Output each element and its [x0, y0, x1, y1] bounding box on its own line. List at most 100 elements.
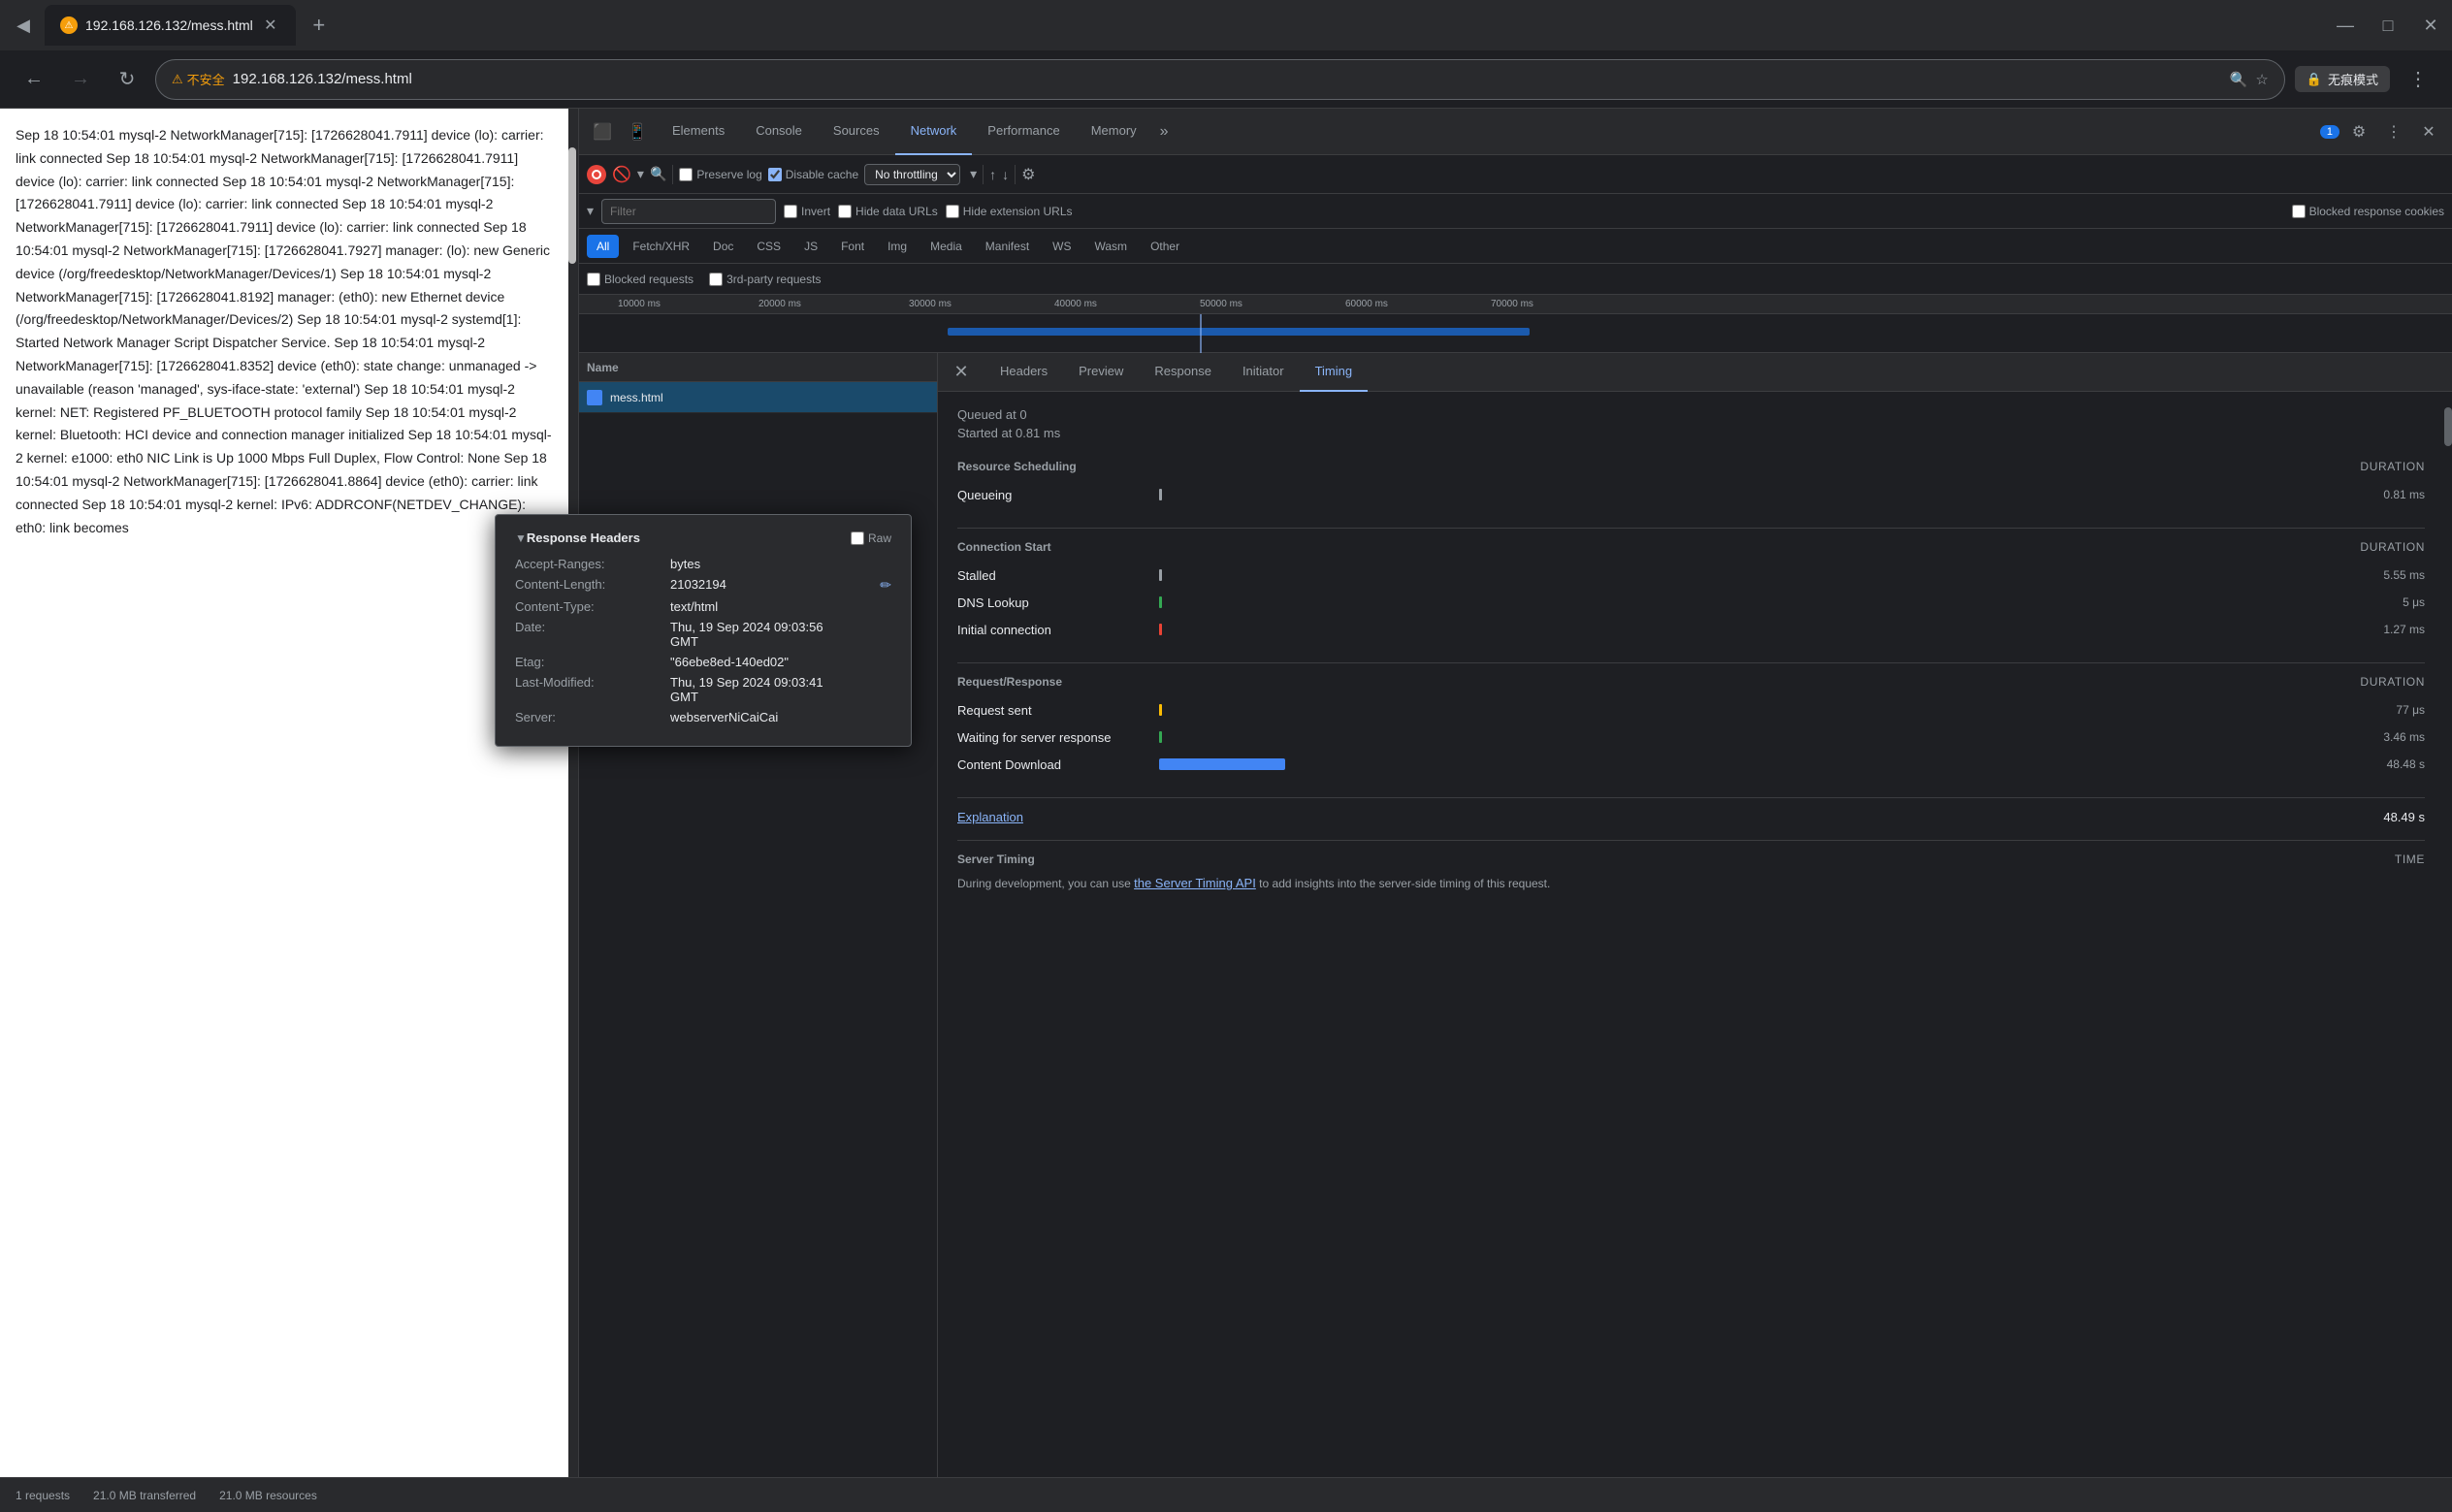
ftype-ws[interactable]: WS: [1043, 235, 1081, 258]
forward-btn[interactable]: →: [62, 61, 99, 98]
blocked-requests-checkbox[interactable]: [587, 273, 600, 286]
ftype-media[interactable]: Media: [920, 235, 972, 258]
record-btn[interactable]: [587, 165, 606, 184]
tab-network[interactable]: Network: [895, 109, 973, 155]
back-btn[interactable]: ←: [16, 61, 52, 98]
tab-performance[interactable]: Performance: [972, 109, 1075, 155]
devtools-more-btn[interactable]: »: [1152, 123, 1177, 141]
tab-sources[interactable]: Sources: [818, 109, 895, 155]
ftype-img[interactable]: Img: [878, 235, 917, 258]
throttle-select[interactable]: No throttling: [864, 164, 960, 185]
blocked-resp-cb[interactable]: Blocked response cookies: [2292, 205, 2444, 218]
ftype-fetch-xhr[interactable]: Fetch/XHR: [623, 235, 699, 258]
raw-checkbox[interactable]: [851, 531, 864, 545]
ftype-manifest[interactable]: Manifest: [976, 235, 1039, 258]
hide-ext-checkbox[interactable]: [946, 205, 959, 218]
preserve-log-checkbox[interactable]: [679, 168, 693, 181]
detail-close-btn[interactable]: ✕: [946, 357, 977, 388]
search-btn[interactable]: 🔍: [650, 166, 666, 182]
rh-edit-icon[interactable]: ✏: [880, 577, 891, 594]
tab-memory[interactable]: Memory: [1076, 109, 1152, 155]
disable-cache-checkbox[interactable]: [768, 168, 782, 181]
rh-key-server: Server:: [515, 710, 670, 724]
queueing-bar-container: [1159, 491, 2339, 499]
ftype-all[interactable]: All: [587, 235, 619, 258]
filter-type-btns: All Fetch/XHR Doc CSS JS Font Img Media …: [579, 229, 2452, 264]
tab-response[interactable]: Response: [1139, 353, 1227, 392]
invert-checkbox[interactable]: [784, 205, 797, 218]
rh-key-date: Date:: [515, 620, 670, 649]
devtools-close-btn[interactable]: ✕: [2413, 116, 2444, 147]
tab-headers[interactable]: Headers: [984, 353, 1063, 392]
star-icon[interactable]: ☆: [2255, 71, 2268, 88]
devtools-inspect-btn[interactable]: ⬛: [587, 116, 618, 147]
filter-input[interactable]: [601, 199, 776, 224]
timing-scrollbar-thumb[interactable]: [2444, 407, 2452, 446]
table-row[interactable]: mess.html: [579, 382, 937, 413]
ftype-wasm[interactable]: Wasm: [1085, 235, 1138, 258]
back-history-btn[interactable]: ◀: [8, 10, 39, 41]
upload-btn[interactable]: ↑: [989, 167, 996, 182]
disable-cache-cb[interactable]: Disable cache: [768, 168, 858, 181]
ftype-css[interactable]: CSS: [747, 235, 790, 258]
blocked-resp-checkbox[interactable]: [2292, 205, 2306, 218]
window-maximize-btn[interactable]: □: [2374, 12, 2402, 39]
active-tab[interactable]: ⚠ 192.168.126.132/mess.html ✕: [45, 5, 296, 46]
devtools-gear-btn[interactable]: ⚙: [2343, 116, 2374, 147]
third-party-checkbox[interactable]: [709, 273, 723, 286]
window-minimize-btn[interactable]: —: [2332, 12, 2359, 39]
window-close-btn[interactable]: ✕: [2417, 12, 2444, 39]
content-download-value: 48.48 s: [2347, 757, 2425, 771]
explanation-link[interactable]: Explanation: [957, 810, 1023, 824]
devtools-more-vert-btn[interactable]: ⋮: [2378, 116, 2409, 147]
rh-key-accept-ranges: Accept-Ranges:: [515, 557, 670, 571]
third-party-cb[interactable]: 3rd-party requests: [709, 273, 821, 286]
ftype-font[interactable]: Font: [831, 235, 874, 258]
ftype-js[interactable]: JS: [794, 235, 827, 258]
timing-row-stalled: Stalled 5.55 ms: [957, 562, 2425, 589]
server-timing-api-link[interactable]: the Server Timing API: [1134, 876, 1256, 890]
search-icon[interactable]: 🔍: [2230, 71, 2248, 88]
page-scroll-thumb[interactable]: [568, 147, 576, 264]
blocked-requests-cb[interactable]: Blocked requests: [587, 273, 694, 286]
tl-30000: 30000 ms: [909, 299, 952, 309]
timing-info: Queued at 0 Started at 0.81 ms: [957, 407, 2425, 440]
devtools-device-btn[interactable]: 📱: [622, 116, 653, 147]
tab-console[interactable]: Console: [740, 109, 818, 155]
tab-close-btn[interactable]: ✕: [261, 16, 280, 35]
hide-extension-urls-cb[interactable]: Hide extension URLs: [946, 205, 1073, 218]
filter-icon-btn[interactable]: ▾: [637, 166, 644, 182]
rh-etag: Etag: "66ebe8ed-140ed02": [515, 655, 891, 669]
refresh-btn[interactable]: ↻: [109, 61, 145, 98]
connection-start-header: Connection Start DURATION: [957, 540, 2425, 554]
tab-timing[interactable]: Timing: [1300, 353, 1369, 392]
browser-settings-btn[interactable]: ⋮: [2400, 61, 2436, 98]
third-party-label: 3rd-party requests: [726, 273, 821, 286]
request-sent-bar-container: [1159, 706, 2339, 714]
network-settings-btn[interactable]: ⚙: [1021, 165, 1035, 184]
request-sent-bar: [1159, 704, 1162, 716]
timing-content: Queued at 0 Started at 0.81 ms Resource …: [938, 392, 2444, 1477]
initial-conn-value: 1.27 ms: [2347, 623, 2425, 636]
ftype-other[interactable]: Other: [1141, 235, 1189, 258]
address-text[interactable]: 192.168.126.132/mess.html: [233, 71, 2222, 87]
tab-elements[interactable]: Elements: [657, 109, 740, 155]
raw-cb-container[interactable]: Raw: [851, 531, 891, 545]
address-bar[interactable]: ⚠ 不安全 192.168.126.132/mess.html 🔍 ☆: [155, 59, 2285, 100]
download-btn[interactable]: ↓: [1002, 167, 1009, 182]
timing-scrollbar[interactable]: [2444, 392, 2452, 1477]
throttle-dropdown-icon[interactable]: ▾: [970, 166, 977, 182]
hide-data-urls-checkbox[interactable]: [838, 205, 852, 218]
stalled-label: Stalled: [957, 568, 1151, 583]
tl-10000: 10000 ms: [618, 299, 661, 309]
preserve-log-cb[interactable]: Preserve log: [679, 168, 761, 181]
rh-key-etag: Etag:: [515, 655, 670, 669]
invert-cb[interactable]: Invert: [784, 205, 830, 218]
rh-accept-ranges: Accept-Ranges: bytes: [515, 557, 891, 571]
clear-btn[interactable]: 🚫: [612, 165, 631, 184]
tab-initiator[interactable]: Initiator: [1227, 353, 1300, 392]
hide-data-urls-cb[interactable]: Hide data URLs: [838, 205, 938, 218]
new-tab-btn[interactable]: +: [302, 8, 337, 43]
tab-preview[interactable]: Preview: [1063, 353, 1139, 392]
ftype-doc[interactable]: Doc: [703, 235, 743, 258]
